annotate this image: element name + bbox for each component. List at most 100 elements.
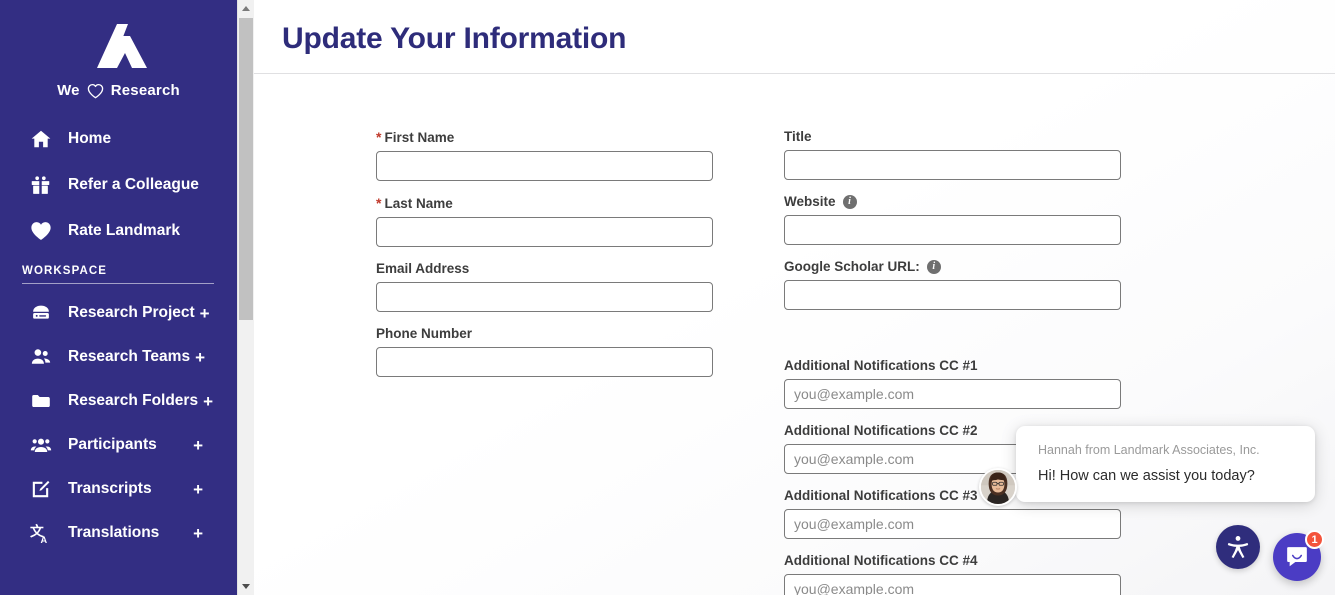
cc-3-input[interactable] <box>784 509 1121 539</box>
workspace-heading: WORKSPACE <box>22 265 214 284</box>
field-label: Website i <box>784 194 1264 209</box>
add-research-folder-button[interactable]: + <box>203 393 213 410</box>
gift-icon <box>30 174 56 196</box>
sidebar: We Research Home Refer a Colleague Rate … <box>0 0 237 595</box>
label-text: Additional Notifications CC #3 <box>784 488 978 503</box>
add-participant-button[interactable]: + <box>193 437 203 454</box>
svg-text:A: A <box>41 535 48 544</box>
google-scholar-url-input[interactable] <box>784 280 1121 310</box>
sidebar-item-label: Refer a Colleague <box>68 176 199 193</box>
field-phone-number: Phone Number <box>376 326 759 377</box>
label-text: Google Scholar URL: <box>784 259 920 274</box>
tagline: We Research <box>0 82 237 99</box>
accessibility-button[interactable] <box>1216 525 1260 569</box>
info-icon[interactable]: i <box>926 259 941 274</box>
edit-square-icon <box>30 478 56 500</box>
sidebar-scrollbar[interactable] <box>237 0 254 595</box>
messenger-button[interactable]: 1 <box>1273 530 1324 581</box>
avatar-photo <box>981 470 1015 504</box>
label-text: Additional Notifications CC #2 <box>784 423 978 438</box>
page-title: Update Your Information <box>282 22 627 55</box>
field-first-name: * First Name <box>376 129 759 181</box>
folder-icon <box>30 390 56 412</box>
field-label: * First Name <box>376 129 759 145</box>
form-column-right: Title Website i Google Scholar URL: i Ad… <box>759 129 1264 595</box>
accessibility-icon <box>1227 536 1249 559</box>
label-text: First Name <box>384 129 455 145</box>
cc-4-input[interactable] <box>784 574 1121 595</box>
sidebar-item-translations[interactable]: 文 A Translations + <box>0 516 237 550</box>
messenger-bubble-icon <box>1287 547 1307 567</box>
field-label: Title <box>784 129 1264 144</box>
agent-avatar[interactable] <box>979 468 1017 506</box>
tagline-before: We <box>57 82 80 99</box>
landmark-logo <box>96 24 147 68</box>
workspace-nav: Research Project + Research Teams + Rese… <box>0 296 237 550</box>
field-email-address: Email Address <box>376 261 759 312</box>
last-name-input[interactable] <box>376 217 713 247</box>
email-address-input[interactable] <box>376 282 713 312</box>
label-text: Additional Notifications CC #4 <box>784 553 978 568</box>
scroll-up-arrow-icon[interactable] <box>238 0 254 17</box>
label-text: Email Address <box>376 261 470 276</box>
field-label: Additional Notifications CC #4 <box>784 553 1264 568</box>
sidebar-item-transcripts[interactable]: Transcripts + <box>0 472 237 506</box>
server-icon <box>30 302 56 324</box>
label-text: Additional Notifications CC #1 <box>784 358 978 373</box>
title-input[interactable] <box>784 150 1121 180</box>
sidebar-item-participants[interactable]: Participants + <box>0 428 237 462</box>
chat-sender: Hannah from Landmark Associates, Inc. <box>1038 443 1260 457</box>
unread-badge: 1 <box>1305 530 1324 549</box>
people-group-icon <box>30 434 56 456</box>
add-research-team-button[interactable]: + <box>195 349 205 366</box>
sidebar-item-label: Transcripts <box>68 480 152 497</box>
add-research-project-button[interactable]: + <box>200 305 210 322</box>
sidebar-item-rate-landmark[interactable]: Rate Landmark <box>0 213 237 249</box>
field-last-name: * Last Name <box>376 195 759 247</box>
field-website: Website i <box>784 194 1264 245</box>
sidebar-item-label: Rate Landmark <box>68 222 180 239</box>
sidebar-item-research-folders[interactable]: Research Folders + <box>0 384 237 418</box>
first-name-input[interactable] <box>376 151 713 181</box>
sidebar-item-label: Translations <box>68 524 160 541</box>
heart-filled-icon <box>30 220 56 242</box>
sidebar-item-label: Research Folders <box>68 392 199 409</box>
cc-1-input[interactable] <box>784 379 1121 409</box>
sidebar-item-research-project[interactable]: Research Project + <box>0 296 237 330</box>
field-cc-1: Additional Notifications CC #1 <box>784 358 1264 409</box>
primary-nav: Home Refer a Colleague Rate Landmark <box>0 121 237 249</box>
logo-container[interactable] <box>0 0 237 70</box>
field-google-scholar-url: Google Scholar URL: i <box>784 259 1264 310</box>
scroll-down-arrow-icon[interactable] <box>238 578 254 595</box>
label-text: Title <box>784 129 812 144</box>
sidebar-item-label: Participants <box>68 436 157 453</box>
form-grid: * First Name * Last Name Email Address P… <box>254 74 1335 595</box>
required-asterisk: * <box>376 195 382 211</box>
required-asterisk: * <box>376 129 382 145</box>
form-column-left: * First Name * Last Name Email Address P… <box>254 129 759 595</box>
sidebar-item-label: Research Project <box>68 304 195 321</box>
chat-popup[interactable]: Hannah from Landmark Associates, Inc. Hi… <box>1016 426 1315 502</box>
two-people-icon <box>30 346 56 368</box>
add-transcript-button[interactable]: + <box>193 481 203 498</box>
field-label: * Last Name <box>376 195 759 211</box>
label-text: Website <box>784 194 836 209</box>
website-input[interactable] <box>784 215 1121 245</box>
field-cc-4: Additional Notifications CC #4 <box>784 553 1264 595</box>
sidebar-item-research-teams[interactable]: Research Teams + <box>0 340 237 374</box>
sidebar-item-refer-a-colleague[interactable]: Refer a Colleague <box>0 167 237 203</box>
heart-outline-icon <box>87 83 104 99</box>
add-translation-button[interactable]: + <box>193 525 203 542</box>
info-icon[interactable]: i <box>842 194 857 209</box>
field-label: Additional Notifications CC #1 <box>784 358 1264 373</box>
sidebar-item-label: Research Teams <box>68 348 191 365</box>
label-text: Phone Number <box>376 326 473 341</box>
scrollbar-thumb[interactable] <box>239 18 253 320</box>
phone-number-input[interactable] <box>376 347 713 377</box>
app-root: We Research Home Refer a Colleague Rate … <box>0 0 1335 595</box>
label-text: Last Name <box>384 195 453 211</box>
main-content: Update Your Information * First Name * L… <box>254 0 1335 595</box>
sidebar-item-home[interactable]: Home <box>0 121 237 157</box>
field-title: Title <box>784 129 1264 180</box>
